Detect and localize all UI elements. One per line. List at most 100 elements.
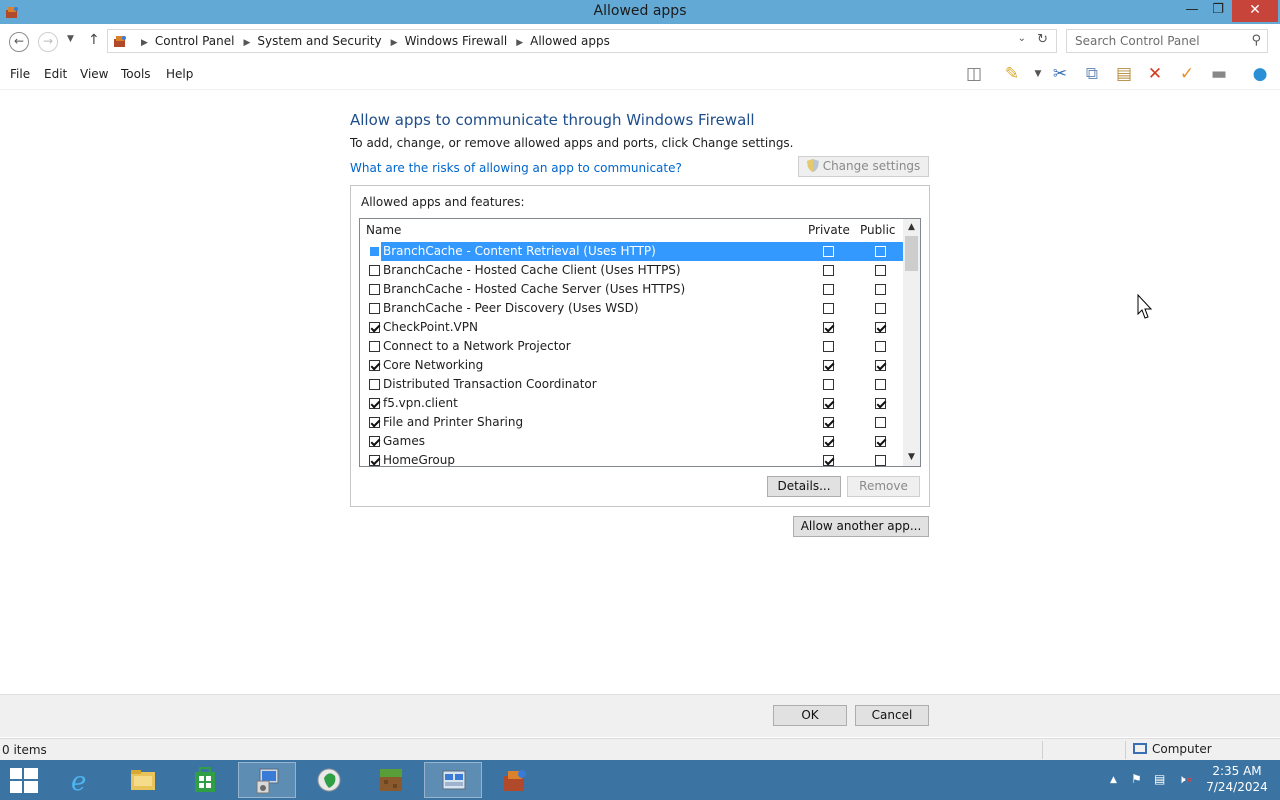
search-box[interactable]: ⚲ [1066, 29, 1268, 53]
public-checkbox[interactable] [875, 246, 886, 257]
breadcrumb-windows-firewall[interactable]: Windows Firewall [405, 34, 508, 48]
taskbar-control-panel[interactable] [486, 762, 544, 798]
private-checkbox[interactable] [823, 246, 834, 257]
taskbar-file-explorer[interactable] [114, 762, 172, 798]
breadcrumb-allowed-apps[interactable]: Allowed apps [530, 34, 610, 48]
app-enabled-checkbox[interactable] [369, 436, 380, 447]
scroll-up-icon[interactable]: ▲ [903, 219, 920, 236]
column-header-name[interactable]: Name [366, 223, 401, 237]
public-checkbox[interactable] [875, 436, 886, 447]
app-row[interactable]: Connect to a Network Projector [361, 337, 903, 356]
taskbar-minecraft[interactable] [362, 762, 420, 798]
menu-tools[interactable]: Tools [121, 67, 151, 81]
chevron-right-icon[interactable]: ▶ [391, 38, 398, 48]
app-enabled-checkbox[interactable] [369, 341, 380, 352]
public-checkbox[interactable] [875, 284, 886, 295]
chevron-right-icon[interactable]: ▶ [244, 38, 251, 48]
layout-pane-icon[interactable]: ◫ [962, 63, 986, 85]
app-row[interactable]: BranchCache - Hosted Cache Server (Uses … [361, 280, 903, 299]
paste-icon[interactable]: ▤ [1112, 63, 1136, 85]
ok-button[interactable]: OK [773, 705, 847, 726]
private-checkbox[interactable] [823, 284, 834, 295]
public-checkbox[interactable] [875, 265, 886, 276]
taskbar-control-panel-window[interactable] [424, 762, 482, 798]
private-checkbox[interactable] [823, 322, 834, 333]
app-row[interactable]: Games [361, 432, 903, 451]
vertical-scrollbar[interactable]: ▲ ▼ [903, 219, 920, 466]
allow-another-app-button[interactable]: Allow another app... [793, 516, 929, 537]
app-enabled-checkbox[interactable] [369, 360, 380, 371]
search-input[interactable] [1073, 31, 1243, 51]
allowed-apps-list[interactable]: Name Private Public BranchCache - Conten… [359, 218, 921, 467]
breadcrumb-control-panel[interactable]: Control Panel [155, 34, 235, 48]
public-checkbox[interactable] [875, 360, 886, 371]
show-hidden-icons-icon[interactable]: ▲ [1110, 775, 1117, 785]
scroll-down-icon[interactable]: ▼ [903, 449, 920, 466]
app-row[interactable]: BranchCache - Content Retrieval (Uses HT… [361, 242, 903, 261]
app-enabled-checkbox[interactable] [369, 246, 380, 257]
checkmark-icon[interactable]: ✓ [1175, 63, 1199, 85]
public-checkbox[interactable] [875, 455, 886, 466]
change-settings-button[interactable]: Change settings [798, 156, 929, 177]
restore-button[interactable]: ❐ [1204, 0, 1232, 22]
chevron-right-icon[interactable]: ▶ [516, 38, 523, 48]
private-checkbox[interactable] [823, 417, 834, 428]
rename-icon[interactable]: ▬ [1207, 63, 1231, 85]
minimize-button[interactable]: — [1178, 0, 1206, 22]
close-button[interactable]: ✕ [1232, 0, 1278, 22]
delete-icon[interactable]: ✕ [1143, 63, 1167, 85]
app-row[interactable]: File and Printer Sharing [361, 413, 903, 432]
taskbar-vpn-client[interactable] [300, 762, 358, 798]
private-checkbox[interactable] [823, 398, 834, 409]
private-checkbox[interactable] [823, 360, 834, 371]
app-row[interactable]: BranchCache - Hosted Cache Client (Uses … [361, 261, 903, 280]
public-checkbox[interactable] [875, 379, 886, 390]
remove-button[interactable]: Remove [847, 476, 920, 497]
app-enabled-checkbox[interactable] [369, 379, 380, 390]
up-button[interactable]: ↑ [88, 32, 100, 48]
private-checkbox[interactable] [823, 436, 834, 447]
public-checkbox[interactable] [875, 303, 886, 314]
menu-edit[interactable]: Edit [44, 67, 67, 81]
copy-icon[interactable]: ⧉ [1080, 63, 1104, 85]
public-checkbox[interactable] [875, 398, 886, 409]
menu-view[interactable]: View [80, 67, 108, 81]
taskbar-internet-explorer[interactable]: e [52, 762, 110, 798]
app-row[interactable]: Distributed Transaction Coordinator [361, 375, 903, 394]
forward-button[interactable]: → [38, 32, 58, 52]
address-bar[interactable]: ▶ Control Panel ▶ System and Security ▶ Windo… [107, 29, 1057, 53]
address-dropdown-button[interactable]: ⌄ [1018, 33, 1026, 44]
back-button[interactable]: ← [9, 32, 29, 52]
app-enabled-checkbox[interactable] [369, 398, 380, 409]
public-checkbox[interactable] [875, 322, 886, 333]
scroll-thumb[interactable] [905, 236, 918, 271]
properties-icon[interactable]: ✎ [1000, 63, 1024, 85]
column-header-private[interactable]: Private [808, 223, 850, 237]
private-checkbox[interactable] [823, 341, 834, 352]
volume-muted-icon[interactable]: 🕨✕ [1178, 772, 1193, 787]
network-icon[interactable]: ▤ [1154, 772, 1165, 786]
app-enabled-checkbox[interactable] [369, 322, 380, 333]
globe-icon[interactable]: ● [1248, 63, 1272, 85]
cancel-button[interactable]: Cancel [855, 705, 929, 726]
cut-icon[interactable]: ✂ [1048, 63, 1072, 85]
private-checkbox[interactable] [823, 379, 834, 390]
app-enabled-checkbox[interactable] [369, 265, 380, 276]
properties-dropdown-icon[interactable]: ▼ [1026, 63, 1050, 85]
app-enabled-checkbox[interactable] [369, 284, 380, 295]
menu-help[interactable]: Help [166, 67, 193, 81]
details-button[interactable]: Details... [767, 476, 841, 497]
search-icon[interactable]: ⚲ [1251, 33, 1261, 48]
app-row[interactable]: BranchCache - Peer Discovery (Uses WSD) [361, 299, 903, 318]
public-checkbox[interactable] [875, 417, 886, 428]
start-button[interactable] [10, 768, 38, 794]
breadcrumb-system-and-security[interactable]: System and Security [257, 34, 381, 48]
app-row[interactable]: Core Networking [361, 356, 903, 375]
recent-locations-dropdown[interactable]: ▼ [67, 34, 74, 44]
risks-link[interactable]: What are the risks of allowing an app to… [350, 161, 682, 175]
taskbar-network-tool[interactable] [238, 762, 296, 798]
taskbar-store[interactable] [176, 762, 234, 798]
app-enabled-checkbox[interactable] [369, 455, 380, 466]
refresh-icon[interactable]: ↻ [1037, 32, 1048, 47]
app-enabled-checkbox[interactable] [369, 417, 380, 428]
